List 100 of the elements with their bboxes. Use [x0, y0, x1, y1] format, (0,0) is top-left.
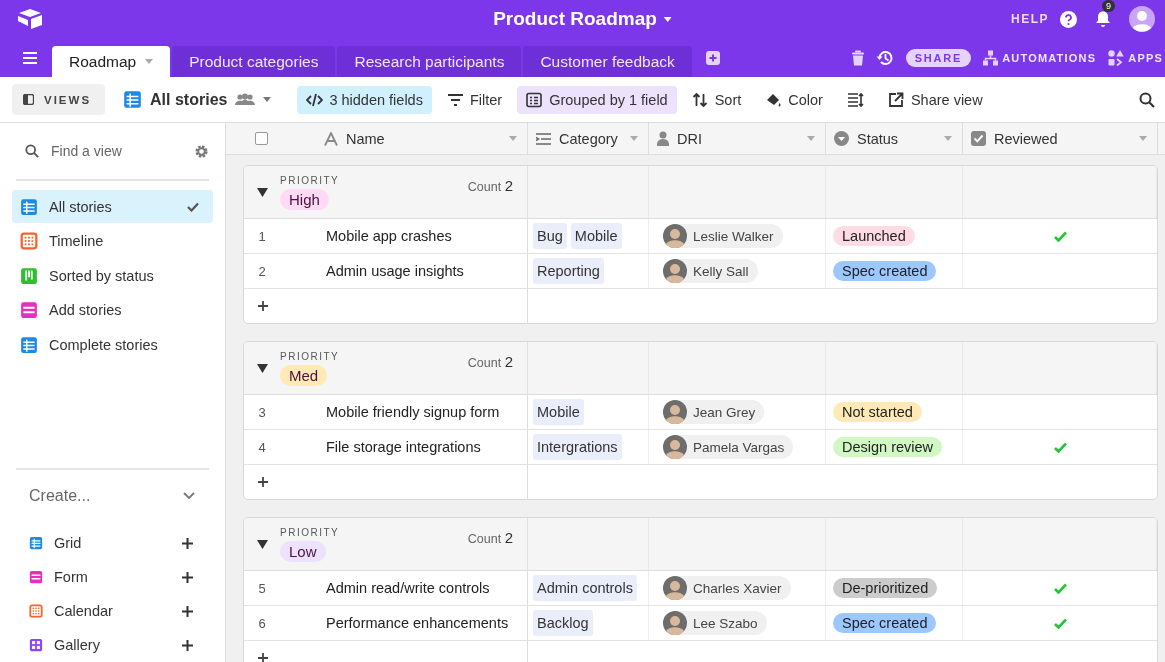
category-tag: Admin controls: [533, 575, 637, 601]
hidden-button[interactable]: 3 hidden fields: [297, 85, 432, 114]
plus-icon[interactable]: [182, 605, 193, 617]
trash-icon[interactable]: [851, 49, 864, 66]
row-number: 3: [257, 404, 267, 420]
group-button[interactable]: Grouped by 1 field: [517, 85, 677, 114]
share-button[interactable]: Share view: [878, 85, 992, 114]
select-all-checkbox[interactable]: [255, 132, 268, 145]
status-tag: Spec created: [833, 261, 937, 281]
create-view-option[interactable]: Form: [54, 569, 171, 585]
create-view-option[interactable]: Calendar: [54, 603, 171, 619]
notification-count: 9: [1102, 0, 1115, 12]
grid-view-icon: [29, 536, 43, 550]
sort-button[interactable]: Sort: [682, 85, 751, 114]
category-tag: Mobile: [533, 399, 584, 425]
base-title[interactable]: Product Roadmap: [493, 8, 672, 30]
check-icon[interactable]: [1053, 617, 1067, 629]
view-list-item[interactable]: All stories: [12, 190, 213, 223]
avatar-icon: [663, 400, 687, 424]
table-tab[interactable]: Product categories: [172, 46, 336, 77]
history-icon[interactable]: [875, 48, 894, 67]
column-header[interactable]: Name: [226, 123, 528, 154]
row-number: 5: [257, 580, 267, 596]
search-icon[interactable]: [1139, 91, 1155, 108]
table-tab[interactable]: Research participants: [337, 46, 522, 77]
grid-view-icon: [123, 90, 143, 109]
check-icon[interactable]: [1053, 230, 1067, 242]
create-view-option[interactable]: Grid: [54, 535, 171, 551]
checkbox-field-icon: [971, 131, 986, 146]
user-chip: Lee Szabo: [663, 611, 767, 635]
views-toggle-button[interactable]: VIEWS: [12, 84, 106, 115]
check-icon[interactable]: [1053, 582, 1067, 594]
column-header[interactable]: Category: [528, 123, 649, 154]
add-row-icon[interactable]: [258, 301, 268, 311]
menu-icon[interactable]: [23, 51, 37, 64]
settings-icon[interactable]: [194, 143, 209, 159]
check-icon[interactable]: [1053, 441, 1067, 453]
add-table-icon[interactable]: [705, 50, 720, 65]
caret-icon: [663, 16, 672, 22]
view-list-item[interactable]: Timeline: [12, 224, 213, 258]
automations-button[interactable]: AUTOMATIONS: [983, 49, 1097, 66]
avatar-icon: [663, 611, 687, 635]
apps-button[interactable]: APPS: [1108, 49, 1163, 66]
list-icon: [526, 91, 544, 108]
group-count: Count 2: [467, 528, 513, 546]
table-cell: Mobile app crashes: [326, 228, 452, 244]
add-row-icon[interactable]: [258, 477, 268, 487]
collapse-triangle-icon[interactable]: [257, 539, 268, 549]
column-header[interactable]: DRI: [649, 123, 826, 154]
color-button[interactable]: Color: [756, 85, 832, 114]
caret-icon: [1139, 136, 1147, 141]
view-switcher[interactable]: All stories: [123, 90, 272, 109]
paint-bucket-icon: [765, 91, 783, 108]
table-tab[interactable]: Roadmap: [52, 46, 171, 77]
view-list-item[interactable]: Add stories: [12, 293, 213, 327]
hierarchy-icon: [983, 49, 999, 66]
code-icon: [306, 91, 324, 108]
plus-icon[interactable]: [182, 639, 193, 651]
group-field-label: PRIORITY: [280, 526, 340, 538]
filter-button[interactable]: Filter: [437, 85, 512, 114]
add-row-icon[interactable]: [258, 653, 268, 662]
plus-icon[interactable]: [182, 537, 193, 549]
collapse-triangle-icon[interactable]: [257, 187, 268, 197]
column-header[interactable]: Status: [826, 123, 963, 154]
create-view-option[interactable]: Gallery: [54, 637, 171, 653]
help-icon[interactable]: [1060, 10, 1077, 28]
share-button[interactable]: SHARE: [905, 48, 972, 67]
user-chip: Charles Xavier: [663, 576, 791, 600]
help-label[interactable]: HELP: [1011, 12, 1049, 26]
group-field-label: PRIORITY: [280, 350, 340, 362]
form-view-icon: [20, 301, 38, 319]
table-cell: Admin usage insights: [326, 263, 464, 279]
text-field-icon: [324, 131, 338, 146]
status-tag: Spec created: [833, 613, 937, 633]
category-tag: Mobile: [570, 223, 622, 249]
chevron-down-icon[interactable]: [183, 492, 195, 500]
plus-icon[interactable]: [182, 571, 193, 583]
table-cell: Mobile friendly signup form: [326, 404, 500, 420]
row-number: 2: [257, 263, 267, 279]
create-heading: Create...: [29, 487, 91, 505]
sort-arrows-icon: [691, 91, 709, 108]
avatar-icon: [663, 259, 687, 283]
table-cell: File storage integrations: [326, 439, 481, 455]
user-chip: Kelly Sall: [663, 259, 758, 283]
avatar-icon[interactable]: [1129, 6, 1155, 32]
person-icon: [657, 131, 669, 146]
view-list-item[interactable]: Complete stories: [12, 328, 213, 361]
checkmark-icon: [187, 201, 199, 212]
view-list-item[interactable]: Sorted by status: [12, 259, 213, 292]
single-select-icon: [834, 131, 849, 146]
collapse-triangle-icon[interactable]: [257, 363, 268, 373]
table-tab[interactable]: Customer feedback: [523, 46, 692, 77]
row-number: 1: [257, 228, 267, 244]
column-header[interactable]: Reviewed: [963, 123, 1158, 154]
find-view-field[interactable]: Find a view: [49, 142, 184, 160]
external-link-icon: [887, 91, 905, 108]
notification-bell-icon[interactable]: [1094, 10, 1112, 28]
kanban-view-icon: [20, 266, 38, 285]
caret-icon: [263, 97, 272, 102]
status-tag: Launched: [833, 226, 915, 246]
